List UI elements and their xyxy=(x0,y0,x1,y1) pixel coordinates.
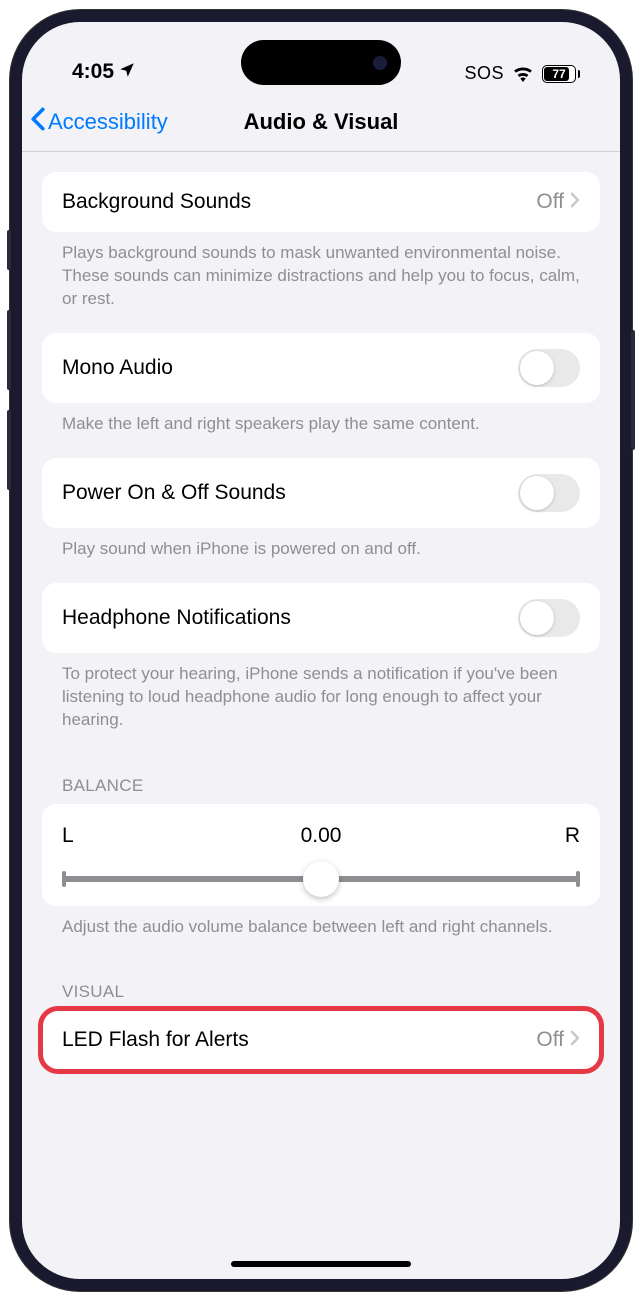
slider-tick xyxy=(576,871,580,887)
screen: 4:05 SOS 77 xyxy=(22,22,620,1279)
balance-value: 0.00 xyxy=(62,824,580,848)
background-sounds-row[interactable]: Background Sounds Off xyxy=(42,172,600,232)
balance-footer: Adjust the audio volume balance between … xyxy=(42,906,600,961)
highlight-annotation: LED Flash for Alerts Off xyxy=(42,1010,600,1070)
background-sounds-footer: Plays background sounds to mask unwanted… xyxy=(42,232,600,333)
mono-audio-row: Mono Audio xyxy=(42,333,600,403)
balance-header: BALANCE xyxy=(42,754,600,804)
headphone-notif-toggle[interactable] xyxy=(518,599,580,637)
mono-audio-footer: Make the left and right speakers play th… xyxy=(42,403,600,458)
phone-frame: 4:05 SOS 77 xyxy=(10,10,632,1291)
row-label: Headphone Notifications xyxy=(62,606,291,630)
row-value: Off xyxy=(536,190,564,214)
toggle-knob xyxy=(520,351,554,385)
content: Background Sounds Off Plays background s… xyxy=(22,152,620,1279)
dynamic-island xyxy=(241,40,401,85)
power-sounds-footer: Play sound when iPhone is powered on and… xyxy=(42,528,600,583)
side-button xyxy=(7,230,11,270)
battery-icon: 77 xyxy=(542,65,580,83)
row-label: Background Sounds xyxy=(62,190,251,214)
status-time: 4:05 xyxy=(72,60,114,84)
led-flash-row[interactable]: LED Flash for Alerts Off xyxy=(42,1010,600,1070)
camera-icon xyxy=(373,56,387,70)
headphone-notif-row: Headphone Notifications xyxy=(42,583,600,653)
balance-row: L 0.00 R xyxy=(42,804,600,906)
balance-slider[interactable] xyxy=(62,876,580,882)
power-sounds-toggle[interactable] xyxy=(518,474,580,512)
side-button xyxy=(7,310,11,390)
chevron-right-icon xyxy=(570,1029,580,1052)
location-icon xyxy=(118,61,136,84)
row-detail: Off xyxy=(536,1028,580,1052)
headphone-notif-footer: To protect your hearing, iPhone sends a … xyxy=(42,653,600,754)
back-button[interactable]: Accessibility xyxy=(30,106,168,138)
home-indicator[interactable] xyxy=(231,1261,411,1267)
visual-header: VISUAL xyxy=(42,960,600,1010)
nav-bar: Accessibility Audio & Visual xyxy=(22,92,620,152)
toggle-knob xyxy=(520,476,554,510)
status-left: 4:05 xyxy=(72,60,136,84)
chevron-left-icon xyxy=(30,106,46,138)
wifi-icon xyxy=(512,66,534,82)
row-label: Mono Audio xyxy=(62,356,173,380)
side-button xyxy=(7,410,11,490)
slider-tick xyxy=(62,871,66,887)
slider-knob[interactable] xyxy=(303,861,339,897)
chevron-right-icon xyxy=(570,191,580,214)
row-label: Power On & Off Sounds xyxy=(62,481,286,505)
battery-pct: 77 xyxy=(552,67,565,81)
sos-text: SOS xyxy=(464,63,504,84)
row-value: Off xyxy=(536,1028,564,1052)
status-right: SOS 77 xyxy=(464,63,580,84)
row-detail: Off xyxy=(536,190,580,214)
toggle-knob xyxy=(520,601,554,635)
power-sounds-row: Power On & Off Sounds xyxy=(42,458,600,528)
row-label: LED Flash for Alerts xyxy=(62,1028,249,1052)
side-button xyxy=(631,330,635,450)
mono-audio-toggle[interactable] xyxy=(518,349,580,387)
back-label: Accessibility xyxy=(48,109,168,135)
